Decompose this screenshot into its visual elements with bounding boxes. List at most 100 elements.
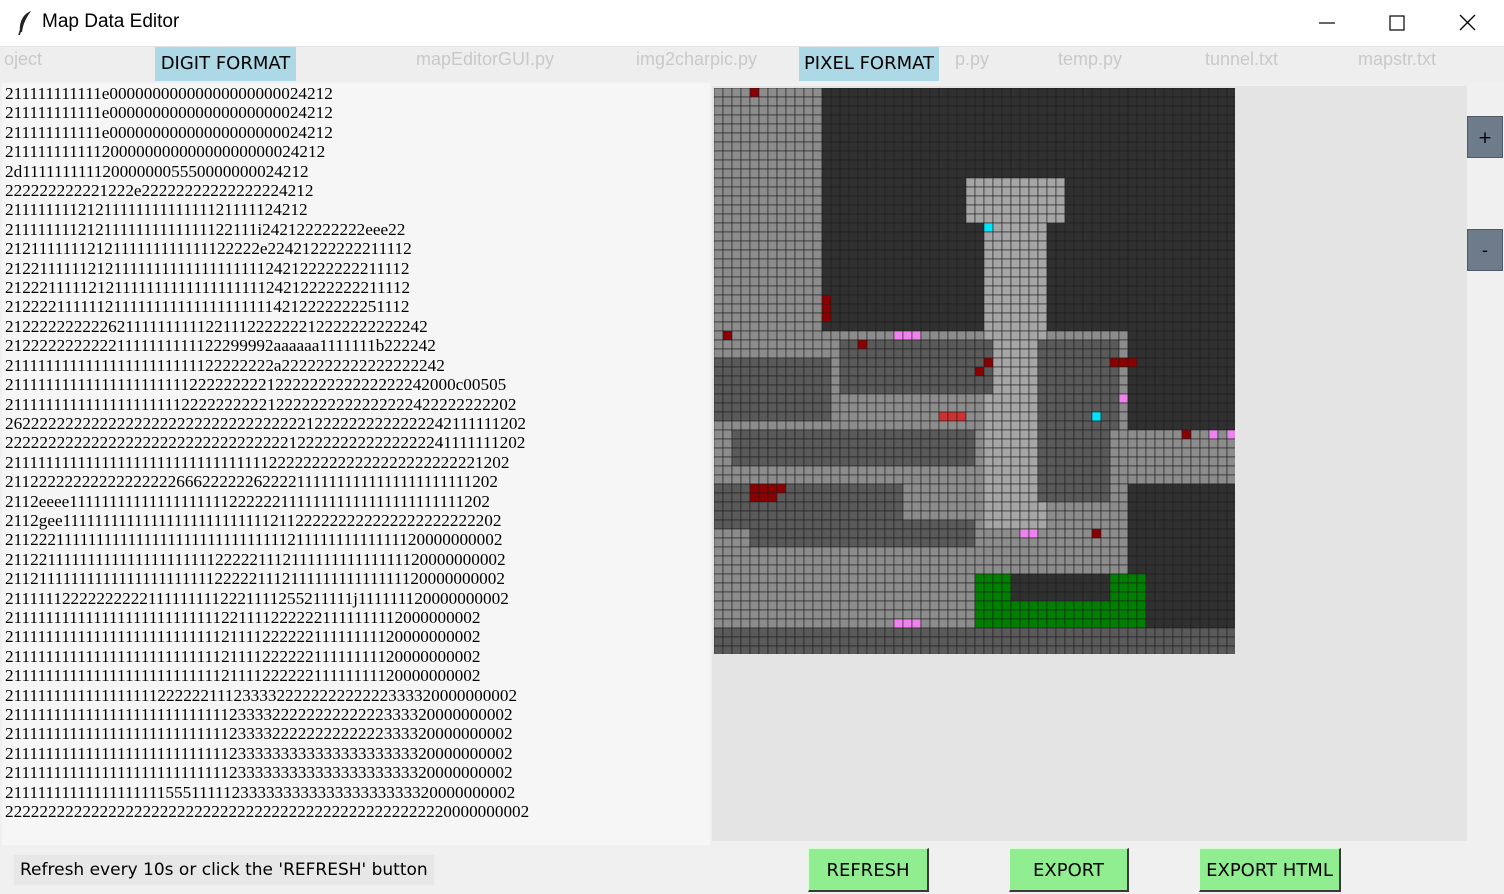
map-cell[interactable]	[992, 465, 1003, 476]
map-cell[interactable]	[1154, 402, 1165, 413]
map-cell[interactable]	[1181, 465, 1192, 476]
map-cell[interactable]	[1136, 474, 1147, 485]
map-cell[interactable]	[758, 240, 769, 251]
maximize-button[interactable]	[1363, 0, 1433, 46]
map-cell[interactable]	[1199, 375, 1210, 386]
map-cell[interactable]	[965, 591, 976, 602]
map-cell[interactable]	[866, 447, 877, 458]
map-cell[interactable]	[830, 402, 841, 413]
map-cell[interactable]	[749, 393, 760, 404]
map-cell[interactable]	[1181, 546, 1192, 557]
map-cell[interactable]	[1181, 186, 1192, 197]
map-cell[interactable]	[1181, 258, 1192, 269]
map-cell[interactable]	[1073, 105, 1084, 116]
map-cell[interactable]	[884, 249, 895, 260]
map-cell[interactable]	[722, 402, 733, 413]
map-cell[interactable]	[722, 123, 733, 134]
map-cell[interactable]	[992, 222, 1003, 233]
map-cell[interactable]	[714, 195, 724, 206]
map-cell[interactable]	[1019, 204, 1030, 215]
map-cell[interactable]	[911, 213, 922, 224]
map-cell[interactable]	[929, 555, 940, 566]
map-cell[interactable]	[929, 375, 940, 386]
map-cell[interactable]	[1145, 222, 1156, 233]
map-cell[interactable]	[857, 636, 868, 647]
map-cell[interactable]	[929, 438, 940, 449]
map-cell[interactable]	[1046, 465, 1057, 476]
map-cell[interactable]	[1118, 501, 1129, 512]
map-cell[interactable]	[714, 294, 724, 305]
map-cell[interactable]	[1109, 168, 1120, 179]
map-cell[interactable]	[857, 222, 868, 233]
map-cell[interactable]	[992, 168, 1003, 179]
map-cell[interactable]	[1100, 627, 1111, 638]
map-cell[interactable]	[812, 492, 823, 503]
map-cell[interactable]	[983, 537, 994, 548]
map-cell[interactable]	[1136, 546, 1147, 557]
map-cell[interactable]	[875, 312, 886, 323]
map-cell[interactable]	[1217, 348, 1228, 359]
map-cell[interactable]	[992, 132, 1003, 143]
map-cell[interactable]	[929, 330, 940, 341]
map-cell[interactable]	[839, 114, 850, 125]
map-cell[interactable]	[803, 249, 814, 260]
map-cell[interactable]	[1199, 96, 1210, 107]
map-cell[interactable]	[1100, 249, 1111, 260]
map-cell[interactable]	[1028, 88, 1039, 98]
map-cell[interactable]	[866, 519, 877, 530]
map-cell[interactable]	[992, 528, 1003, 539]
map-cell[interactable]	[767, 88, 778, 98]
map-cell[interactable]	[938, 321, 949, 332]
map-cell[interactable]	[938, 357, 949, 368]
map-cell[interactable]	[785, 429, 796, 440]
map-cell[interactable]	[893, 204, 904, 215]
map-cell[interactable]	[1055, 330, 1066, 341]
map-cell[interactable]	[731, 249, 742, 260]
map-cell[interactable]	[1172, 456, 1183, 467]
map-cell[interactable]	[1199, 636, 1210, 647]
map-cell[interactable]	[714, 267, 724, 278]
map-cell[interactable]	[1226, 285, 1235, 296]
map-cell[interactable]	[956, 168, 967, 179]
map-cell[interactable]	[929, 240, 940, 251]
map-cell[interactable]	[857, 618, 868, 629]
map-cell[interactable]	[1091, 168, 1102, 179]
map-cell[interactable]	[1127, 249, 1138, 260]
map-cell[interactable]	[812, 159, 823, 170]
map-cell[interactable]	[1154, 618, 1165, 629]
map-cell[interactable]	[758, 96, 769, 107]
map-cell[interactable]	[875, 159, 886, 170]
map-cell[interactable]	[1037, 249, 1048, 260]
map-cell[interactable]	[884, 195, 895, 206]
map-cell[interactable]	[812, 384, 823, 395]
map-cell[interactable]	[740, 276, 751, 287]
map-cell[interactable]	[1136, 591, 1147, 602]
map-cell[interactable]	[1001, 204, 1012, 215]
map-cell[interactable]	[1100, 420, 1111, 431]
map-cell[interactable]	[974, 123, 985, 134]
map-cell[interactable]	[1127, 510, 1138, 521]
map-cell[interactable]	[1028, 105, 1039, 116]
map-cell[interactable]	[794, 114, 805, 125]
map-cell[interactable]	[974, 105, 985, 116]
map-cell[interactable]	[1109, 609, 1120, 620]
map-cell[interactable]	[722, 114, 733, 125]
map-cell[interactable]	[749, 312, 760, 323]
map-cell[interactable]	[731, 339, 742, 350]
map-cell[interactable]	[830, 222, 841, 233]
map-cell[interactable]	[1091, 375, 1102, 386]
map-cell[interactable]	[1028, 456, 1039, 467]
map-cell[interactable]	[1109, 105, 1120, 116]
map-cell[interactable]	[1100, 384, 1111, 395]
map-cell[interactable]	[1073, 420, 1084, 431]
map-cell[interactable]	[1181, 276, 1192, 287]
map-cell[interactable]	[920, 582, 931, 593]
map-cell[interactable]	[875, 204, 886, 215]
map-cell[interactable]	[812, 177, 823, 188]
map-cell[interactable]	[866, 231, 877, 242]
map-cell[interactable]	[740, 375, 751, 386]
map-cell[interactable]	[1028, 312, 1039, 323]
map-cell[interactable]	[1145, 132, 1156, 143]
map-cell[interactable]	[1064, 249, 1075, 260]
map-cell[interactable]	[803, 591, 814, 602]
